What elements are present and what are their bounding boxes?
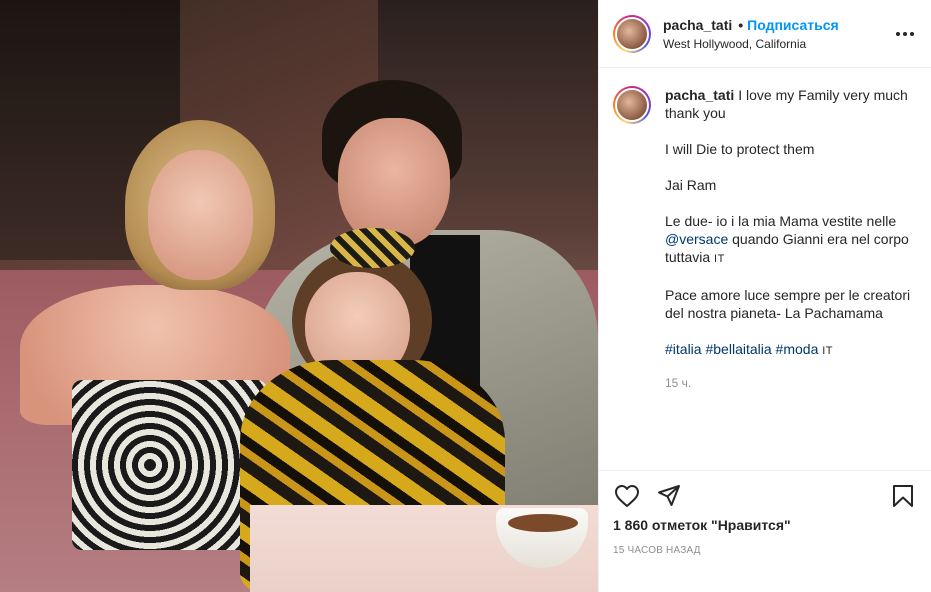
- header-line: pacha_tati • Подписаться: [663, 17, 839, 33]
- hashtag-link[interactable]: #bellaitalia: [705, 341, 771, 357]
- like-button[interactable]: [613, 482, 641, 510]
- action-row: [613, 479, 917, 513]
- send-icon: [658, 485, 680, 506]
- username-link[interactable]: pacha_tati: [663, 17, 732, 33]
- caption-avatar[interactable]: [613, 86, 651, 124]
- post-timestamp[interactable]: 15 ЧАСОВ НАЗАД: [613, 545, 917, 556]
- more-horizontal-icon: [903, 32, 907, 36]
- caption-paragraph: I will Die to protect them: [665, 141, 815, 157]
- more-horizontal-icon: [896, 32, 900, 36]
- hashtag-link[interactable]: #moda: [776, 341, 819, 357]
- comments-area: pacha_tati I love my Family very much tha…: [599, 68, 931, 470]
- photo-woman-face: [148, 150, 253, 280]
- more-options-button[interactable]: [893, 22, 917, 46]
- more-horizontal-icon: [910, 32, 914, 36]
- caption-paragraph: Pace amore luce sempre per le creatori d…: [665, 287, 911, 321]
- header-text: pacha_tati • Подписаться West Hollywood,…: [663, 17, 839, 51]
- photo-man-face: [338, 118, 450, 248]
- save-button[interactable]: [889, 482, 917, 510]
- post-photo[interactable]: [0, 0, 598, 592]
- post-actions: 1 860 отметок "Нравится" 15 ЧАСОВ НАЗАД: [599, 470, 931, 592]
- caption-username-link[interactable]: pacha_tati: [665, 87, 734, 103]
- caption-time[interactable]: 15 ч.: [665, 374, 915, 392]
- instagram-post: pacha_tati • Подписаться West Hollywood,…: [0, 0, 931, 592]
- caption-text: Le due- io i la mia Mama vestite nelle: [665, 213, 897, 229]
- photo-cup-coffee: [508, 514, 578, 532]
- photo-girl-bow: [330, 228, 415, 268]
- italy-flag-icon: IT: [714, 253, 725, 265]
- heart-icon: [615, 485, 639, 507]
- mention-link[interactable]: @versace: [665, 231, 728, 247]
- photo-woman-dress: [72, 380, 267, 550]
- hashtags: #italia #bellaitalia #moda IT: [665, 340, 915, 360]
- post-header: pacha_tati • Подписаться West Hollywood,…: [599, 0, 931, 68]
- avatar[interactable]: [613, 14, 651, 53]
- post-caption: pacha_tati I love my Family very much tha…: [613, 86, 917, 392]
- share-button[interactable]: [655, 482, 683, 510]
- caption-paragraph: Le due- io i la mia Mama vestite nelle @…: [665, 212, 915, 268]
- follow-button[interactable]: Подписаться: [747, 17, 839, 33]
- caption-first-line: pacha_tati I love my Family very much tha…: [665, 86, 915, 122]
- caption-paragraph: Jai Ram: [665, 177, 717, 193]
- post-side-panel: pacha_tati • Подписаться West Hollywood,…: [598, 0, 931, 592]
- avatar-image: [615, 88, 649, 122]
- likes-count[interactable]: 1 860 отметок "Нравится": [613, 517, 917, 533]
- bookmark-icon: [893, 485, 913, 507]
- separator-dot: •: [738, 16, 744, 33]
- italy-flag-icon: IT: [822, 345, 834, 357]
- caption-body: pacha_tati I love my Family very much tha…: [665, 86, 915, 392]
- hashtag-link[interactable]: #italia: [665, 341, 702, 357]
- avatar-image: [615, 16, 649, 51]
- location-link[interactable]: West Hollywood, California: [663, 37, 839, 51]
